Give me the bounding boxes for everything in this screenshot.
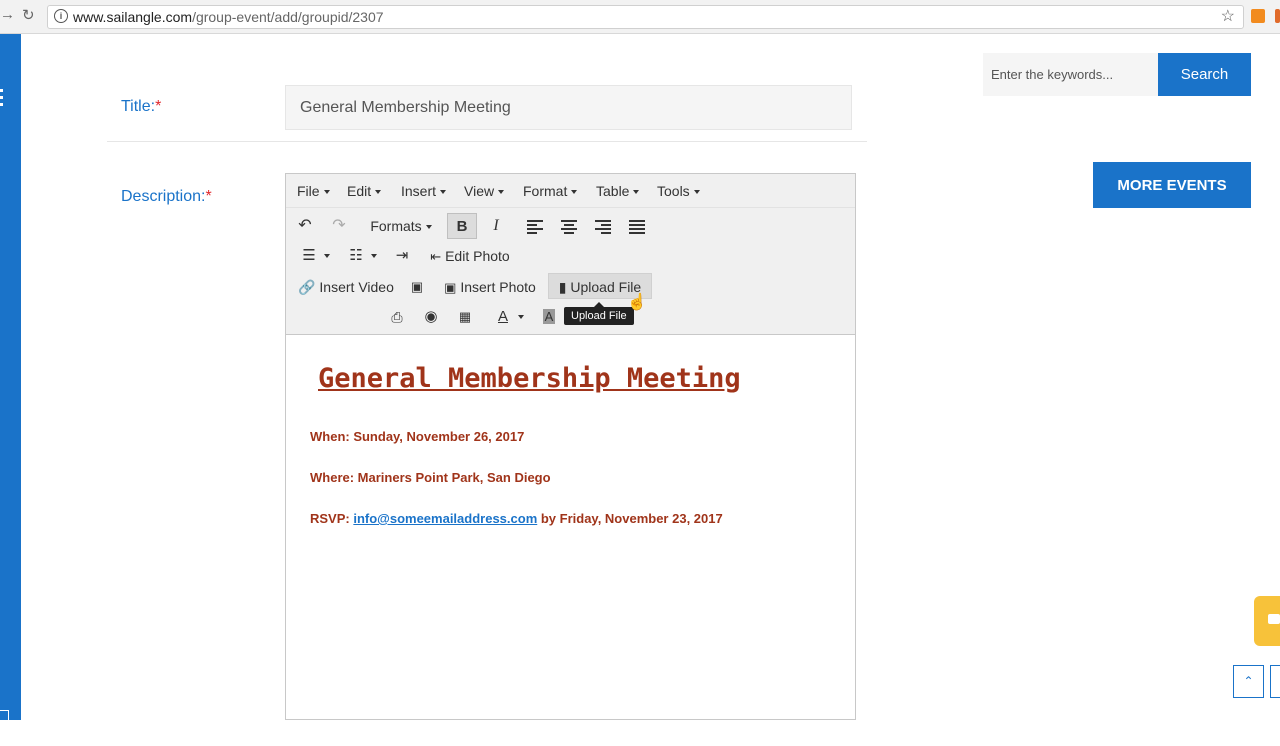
description-label: Description:*: [121, 188, 212, 205]
bookmark-star-icon[interactable]: ☆: [1221, 6, 1235, 26]
text-color-button[interactable]: A: [491, 304, 531, 330]
image-icon[interactable]: ▣: [406, 274, 428, 300]
insert-photo-button[interactable]: ▣ Insert Photo: [441, 274, 539, 300]
more-events-button[interactable]: MORE EVENTS: [1093, 162, 1251, 208]
bullet-list-icon[interactable]: ☰: [296, 243, 336, 269]
menu-edit[interactable]: Edit: [347, 183, 382, 199]
browser-toolbar: → ↻ i www.sailangle.com/group-event/add/…: [0, 0, 1280, 34]
rich-text-editor: File Edit Insert View Format Table Tools…: [285, 173, 856, 720]
side-button[interactable]: [1270, 665, 1280, 698]
align-left-icon[interactable]: [524, 213, 546, 239]
title-label: Title:*: [121, 98, 162, 115]
file-icon: ▮: [558, 279, 567, 295]
photo-icon: ▣: [444, 280, 457, 295]
extension-icon[interactable]: [1275, 9, 1280, 23]
rsvp-email-link[interactable]: info@someemailaddress.com: [353, 511, 537, 526]
align-justify-icon[interactable]: [626, 213, 648, 239]
numbered-list-icon[interactable]: ☷: [343, 243, 383, 269]
indent-icon[interactable]: ⇥: [391, 243, 413, 269]
where-text: Where: Mariners Point Park, San Diego: [310, 470, 551, 485]
menu-tools[interactable]: Tools: [657, 183, 700, 199]
editor-menubar: File Edit Insert View Format Table Tools: [286, 174, 855, 208]
title-input[interactable]: [285, 85, 852, 130]
forward-icon[interactable]: →: [0, 6, 15, 23]
address-bar[interactable]: i www.sailangle.com/group-event/add/grou…: [47, 5, 1244, 29]
reload-icon[interactable]: ↻: [22, 6, 35, 24]
content-heading: General Membership Meeting: [318, 363, 741, 394]
url-domain: www.sailangle.com: [73, 9, 193, 25]
extension-icon[interactable]: [1251, 9, 1265, 23]
background-color-button[interactable]: A: [540, 304, 558, 330]
undo-icon[interactable]: ↶: [294, 213, 316, 239]
edit-photo-icon: ⇤: [430, 249, 442, 264]
upload-file-tooltip: Upload File: [564, 302, 634, 325]
search-button[interactable]: Search: [1158, 53, 1251, 96]
italic-button[interactable]: I: [483, 213, 509, 239]
pointer-cursor-icon: ☝: [627, 294, 647, 311]
left-sidebar: [0, 34, 21, 746]
formats-dropdown[interactable]: Formats: [366, 213, 436, 239]
chat-widget[interactable]: [1254, 596, 1280, 646]
bold-button[interactable]: B: [447, 213, 477, 239]
redo-icon[interactable]: ↷: [328, 213, 350, 239]
print-icon[interactable]: ⎙: [386, 304, 408, 330]
rsvp-text: RSVP: info@someemailaddress.com by Frida…: [310, 511, 723, 526]
menu-view[interactable]: View: [464, 183, 505, 199]
align-center-icon[interactable]: [558, 213, 580, 239]
preview-eye-icon[interactable]: ◉: [420, 304, 442, 330]
align-right-icon[interactable]: [592, 213, 614, 239]
link-icon: 🔗: [298, 279, 316, 295]
menu-insert[interactable]: Insert: [401, 183, 447, 199]
chat-bubble-icon: [1268, 614, 1280, 624]
when-text: When: Sunday, November 26, 2017: [310, 429, 525, 444]
menu-file[interactable]: File: [297, 183, 330, 199]
info-icon[interactable]: i: [54, 9, 68, 23]
edit-photo-button[interactable]: ⇤ Edit Photo: [426, 243, 514, 269]
scroll-to-top-button[interactable]: ⌃: [1233, 665, 1264, 698]
search-input[interactable]: [983, 53, 1158, 96]
media-icon[interactable]: ▦: [454, 304, 476, 330]
menu-icon[interactable]: [0, 89, 4, 110]
menu-table[interactable]: Table: [596, 183, 640, 199]
insert-video-button[interactable]: 🔗 Insert Video: [298, 274, 394, 300]
url-path: /group-event/add/groupid/2307: [192, 9, 384, 25]
sidebar-box[interactable]: [0, 710, 9, 746]
menu-format[interactable]: Format: [523, 183, 578, 199]
divider: [107, 141, 867, 142]
